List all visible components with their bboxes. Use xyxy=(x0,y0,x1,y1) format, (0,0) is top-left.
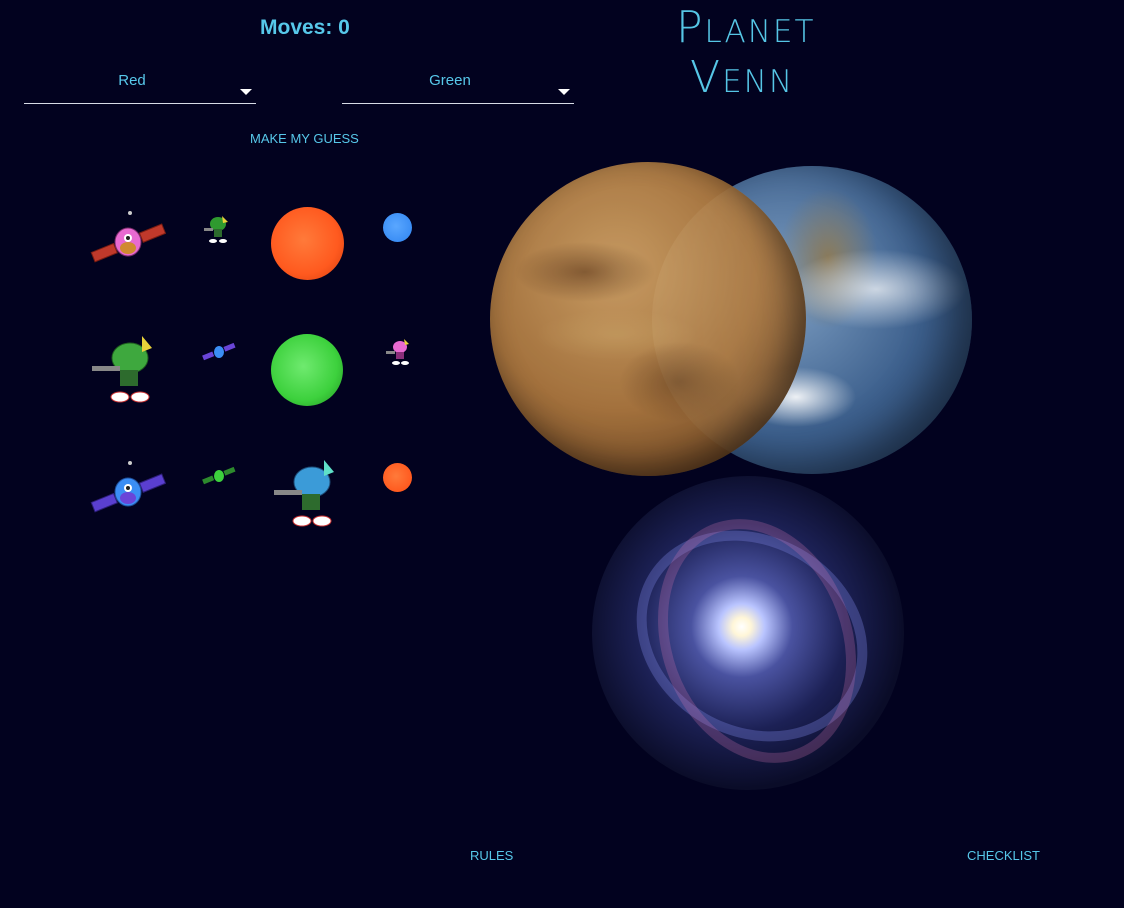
martian-icon xyxy=(92,336,152,403)
galaxy-circle[interactable] xyxy=(592,476,904,790)
venus-circle[interactable] xyxy=(490,162,806,476)
small-pink-martian-piece[interactable] xyxy=(384,337,414,367)
big-red-sun-piece[interactable] xyxy=(271,207,344,280)
satellite-icon xyxy=(90,461,167,513)
satellite-icon xyxy=(202,342,236,361)
make-guess-button[interactable]: MAKE MY GUESS xyxy=(250,131,359,146)
satellite-icon xyxy=(90,211,167,263)
martian-icon xyxy=(204,216,228,243)
big-blue-martian-piece[interactable] xyxy=(268,458,348,530)
martian-icon xyxy=(274,460,334,527)
second-color-select[interactable]: Green xyxy=(342,70,574,104)
blue-satellite-piece[interactable] xyxy=(88,458,168,522)
rules-button[interactable]: RULES xyxy=(470,848,513,863)
page-title-line2: Venn xyxy=(690,52,795,103)
first-color-value: Red xyxy=(118,72,146,89)
small-green-martian-piece[interactable] xyxy=(202,214,234,244)
pink-satellite-piece[interactable] xyxy=(88,208,168,272)
moves-counter: Moves: 0 xyxy=(260,16,350,39)
small-red-sun-piece[interactable] xyxy=(383,463,412,492)
martian-icon xyxy=(386,339,409,365)
small-blue-satellite-piece[interactable] xyxy=(202,340,236,364)
first-color-select[interactable]: Red xyxy=(24,70,256,104)
big-green-martian-piece[interactable] xyxy=(86,334,166,406)
small-green-satellite-piece[interactable] xyxy=(202,464,236,488)
checklist-button[interactable]: CHECKLIST xyxy=(967,848,1040,863)
second-color-value: Green xyxy=(429,72,471,89)
small-blue-sun-piece[interactable] xyxy=(383,213,412,242)
satellite-icon xyxy=(202,466,236,485)
dropdown-arrow-icon xyxy=(558,89,570,95)
dropdown-arrow-icon xyxy=(240,89,252,95)
page-title-line1: Planet xyxy=(676,2,816,53)
big-green-sun-piece[interactable] xyxy=(271,334,343,406)
